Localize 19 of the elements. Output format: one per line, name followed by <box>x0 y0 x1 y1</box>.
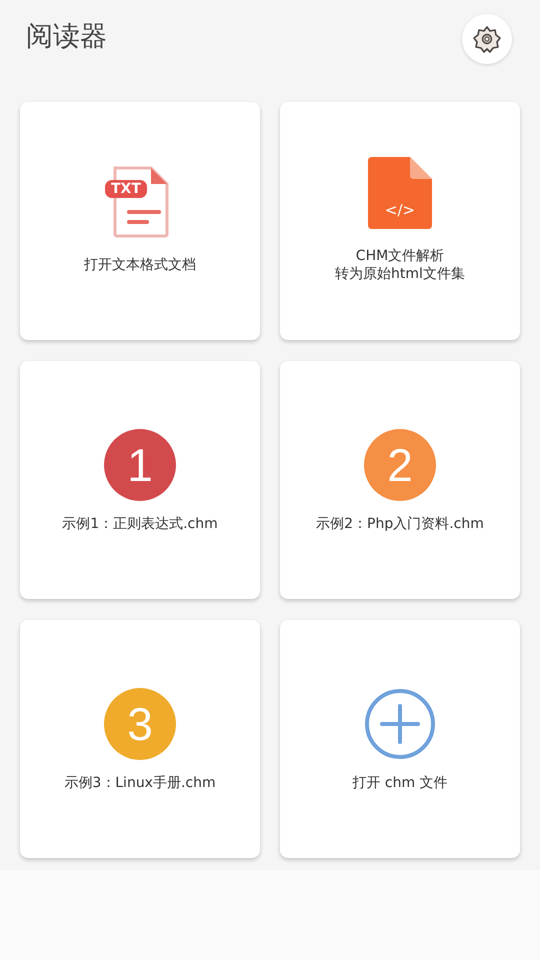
card-label: 示例3：Linux手册.chm <box>64 774 216 792</box>
card-label: CHM文件解析 转为原始html文件集 <box>335 247 465 283</box>
app-title: 阅读器 <box>26 20 107 54</box>
add-icon <box>364 688 436 760</box>
number-badge: 1 <box>104 429 176 501</box>
settings-icon <box>472 24 502 54</box>
card-label: 打开 chm 文件 <box>352 774 448 792</box>
number-badge: 3 <box>104 688 176 760</box>
card-label: 示例1：正则表达式.chm <box>62 515 218 533</box>
card-label: 打开文本格式文档 <box>84 256 196 274</box>
card-label: 示例2：Php入门资料.chm <box>316 515 484 533</box>
file-card[interactable]: 3 示例3：Linux手册.chm <box>20 620 260 858</box>
file-card[interactable]: </> CHM文件解析 转为原始html文件集 <box>280 102 520 340</box>
file-card[interactable]: 1 示例1：正则表达式.chm <box>20 361 260 599</box>
settings-button[interactable] <box>462 14 512 64</box>
file-card[interactable]: 打开 chm 文件 <box>280 620 520 858</box>
file-card[interactable]: TXT 打开文本格式文档 <box>20 102 260 340</box>
file-card[interactable]: 2 示例2：Php入门资料.chm <box>280 361 520 599</box>
number-badge: 2 <box>364 429 436 501</box>
